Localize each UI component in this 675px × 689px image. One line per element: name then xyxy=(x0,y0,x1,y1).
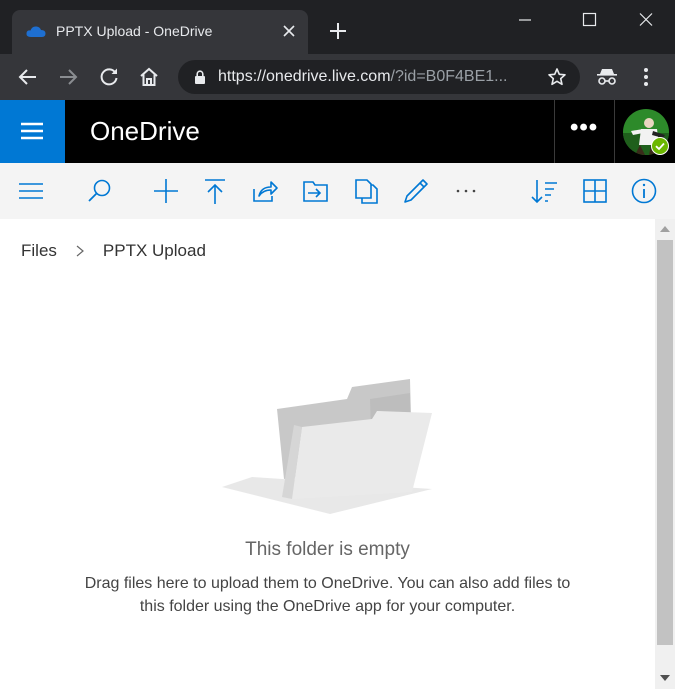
view-icon[interactable] xyxy=(581,177,609,205)
command-bar xyxy=(0,163,675,219)
maximize-icon[interactable] xyxy=(575,6,605,34)
tab-title: PPTX Upload - OneDrive xyxy=(56,23,213,39)
more-dots: ••• xyxy=(570,114,599,141)
copy-to-icon[interactable] xyxy=(353,177,381,205)
nav-menu-icon[interactable] xyxy=(17,177,45,205)
scroll-down-icon[interactable] xyxy=(660,674,670,682)
browser-titlebar: PPTX Upload - OneDrive xyxy=(0,0,675,54)
lock-icon[interactable] xyxy=(194,70,206,84)
breadcrumb: Files PPTX Upload xyxy=(21,241,206,261)
back-icon[interactable] xyxy=(16,65,40,89)
window-close-icon[interactable] xyxy=(631,6,661,34)
upload-icon[interactable] xyxy=(201,177,229,205)
breadcrumb-current: PPTX Upload xyxy=(102,241,206,260)
onedrive-cloud-icon xyxy=(26,26,46,37)
new-tab-icon[interactable] xyxy=(327,20,349,42)
address-bar[interactable]: https://onedrive.live.com/?id=B0F4BE1... xyxy=(178,60,580,94)
url-path: /?id=B0F4BE1... xyxy=(390,68,508,85)
minimize-icon[interactable] xyxy=(510,6,540,34)
presence-check-icon xyxy=(651,137,669,155)
empty-title: This folder is empty xyxy=(245,539,410,560)
header-more-button[interactable]: ••• xyxy=(554,100,615,163)
home-icon[interactable] xyxy=(137,65,161,89)
onedrive-header: OneDrive ••• xyxy=(0,100,675,163)
empty-folder-illustration xyxy=(222,379,432,514)
close-icon[interactable] xyxy=(280,22,298,40)
add-icon[interactable] xyxy=(152,177,180,205)
info-icon[interactable] xyxy=(630,177,658,205)
move-to-icon[interactable] xyxy=(302,177,330,205)
forward-icon[interactable] xyxy=(56,65,80,89)
kebab-menu-icon[interactable] xyxy=(640,66,652,88)
scrollbar-thumb[interactable] xyxy=(657,240,673,645)
share-icon[interactable] xyxy=(251,177,279,205)
empty-description: Drag files here to upload them to OneDri… xyxy=(84,575,571,615)
brand-title[interactable]: OneDrive xyxy=(90,116,200,147)
incognito-icon[interactable] xyxy=(595,66,619,88)
file-list-area[interactable]: Files PPTX Upload This folder is empty D… xyxy=(0,219,655,689)
more-icon[interactable] xyxy=(453,177,481,205)
sort-icon[interactable] xyxy=(530,177,558,205)
scroll-up-icon[interactable] xyxy=(660,225,670,233)
breadcrumb-root[interactable]: Files xyxy=(21,241,57,261)
chevron-right-icon xyxy=(76,245,84,257)
bookmark-star-icon[interactable] xyxy=(547,67,567,87)
rename-icon[interactable] xyxy=(402,177,430,205)
browser-tab[interactable]: PPTX Upload - OneDrive xyxy=(12,10,308,54)
url-text[interactable]: https://onedrive.live.com/?id=B0F4BE1... xyxy=(218,68,508,86)
browser-toolbar: https://onedrive.live.com/?id=B0F4BE1... xyxy=(0,54,675,100)
reload-icon[interactable] xyxy=(97,65,121,89)
app-launcher-button[interactable] xyxy=(0,100,65,163)
vertical-scrollbar[interactable] xyxy=(655,219,675,689)
search-icon[interactable] xyxy=(86,177,114,205)
url-host: https://onedrive.live.com xyxy=(218,68,391,85)
hamburger-icon xyxy=(21,122,43,140)
